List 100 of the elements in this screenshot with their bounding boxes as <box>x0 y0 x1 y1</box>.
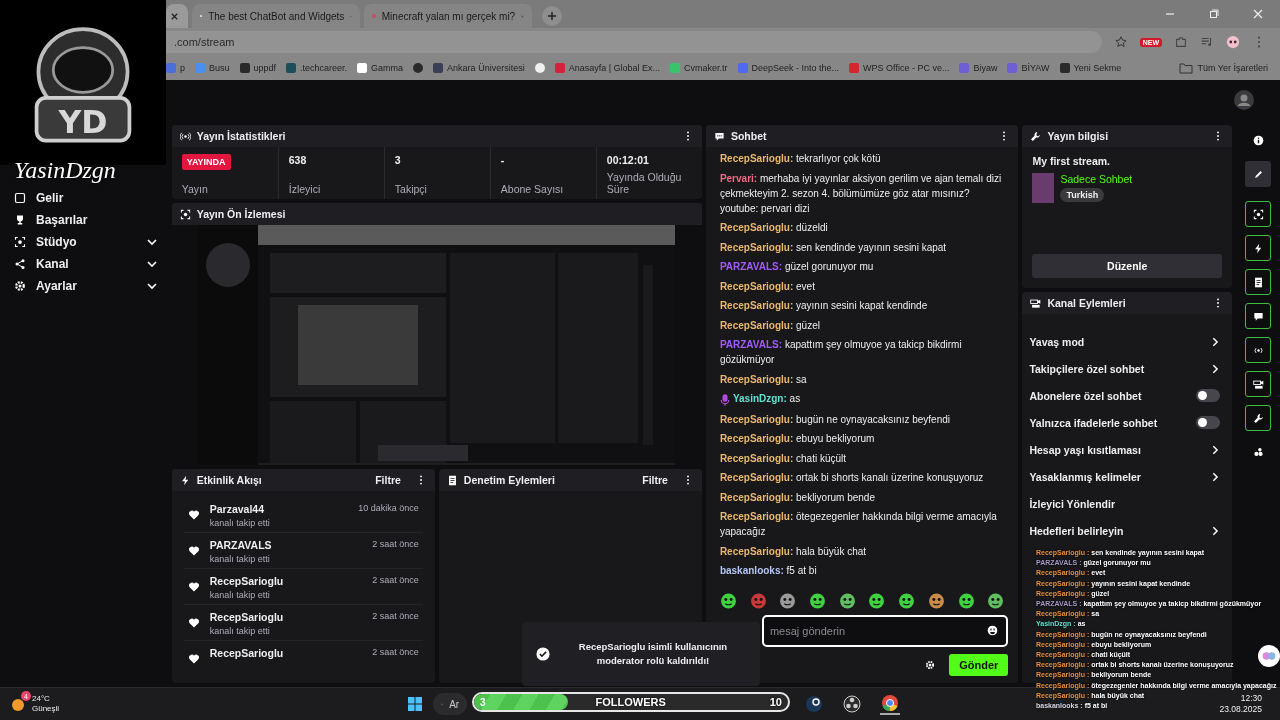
chat-message: PARZAVALS: güzel gorunuyor mu <box>719 260 874 275</box>
chat-message: RecepSarioglu: tekrarlıyor çok kötü <box>719 152 881 167</box>
browser-tab[interactable]: The best ChatBot and Widgets <box>192 4 360 28</box>
sidebar-tool-button[interactable] <box>1245 303 1272 330</box>
channel-action-item[interactable]: Yasaklanmış kelimeler <box>1022 463 1233 491</box>
bookmark-icon[interactable] <box>534 63 545 73</box>
timestamp: 2 saat önce <box>372 611 419 622</box>
emote-icon[interactable] <box>987 592 1005 610</box>
emote-icon[interactable] <box>719 592 737 610</box>
activity-text: kanalı takip etti <box>209 554 271 565</box>
sidebar-item[interactable]: Kanal <box>0 253 168 276</box>
emote-icon[interactable] <box>838 592 856 610</box>
sidebar-item[interactable]: Başarılar <box>0 209 168 232</box>
filter-button[interactable]: Filtre <box>642 474 668 487</box>
user-avatar-icon[interactable] <box>1234 89 1254 110</box>
sidebar-tool-button[interactable] <box>1245 235 1272 262</box>
heart-icon <box>187 509 200 522</box>
panel-title: Yayın Ön İzlemesi <box>196 208 286 221</box>
emote-icon[interactable] <box>927 592 945 610</box>
bookmark[interactable]: uppdf <box>239 63 277 73</box>
channel-action-item[interactable]: İzleyici Yönlendir <box>1022 490 1233 518</box>
taskbar-search-field[interactable]: Ar <box>433 693 468 716</box>
timestamp: 10 dakika önce <box>358 503 419 514</box>
bookmark-icon[interactable] <box>413 63 424 73</box>
settings-icon[interactable] <box>925 660 936 671</box>
send-button[interactable]: Gönder <box>949 654 1009 677</box>
sidebar-item[interactable]: Stüdyo <box>0 231 168 254</box>
filter-button[interactable]: Filtre <box>375 474 401 487</box>
wrench-icon <box>1030 130 1042 142</box>
bookmark[interactable]: DeepSeek - Into the... <box>737 63 840 73</box>
wrench-icon <box>1252 412 1264 424</box>
sidebar-tool-button[interactable] <box>1245 161 1272 188</box>
panel-title: Kanal Eylemleri <box>1047 297 1126 310</box>
restore-icon[interactable] <box>1208 8 1220 20</box>
sidebar-tool-button[interactable] <box>1245 201 1272 228</box>
more-options-icon[interactable] <box>685 131 690 142</box>
follower-name: Parzaval44 <box>209 503 266 516</box>
channel-action-item[interactable]: Yalnızca ifadelerle sohbet <box>1022 409 1233 437</box>
chrome-icon[interactable] <box>880 693 901 716</box>
channel-action-item[interactable]: Hedefleri belirleyin <box>1022 517 1233 545</box>
category-link[interactable]: Sadece Sohbet <box>1060 173 1133 186</box>
more-options-icon[interactable] <box>1216 131 1221 142</box>
bookmark[interactable]: Ankara Üniversitesi <box>433 63 525 73</box>
bookmark[interactable]: .techcareer. <box>286 63 348 73</box>
browser-tab[interactable] <box>166 4 188 28</box>
toggle-switch[interactable] <box>1196 416 1221 430</box>
sidebar-tool-button[interactable] <box>1245 269 1272 296</box>
more-options-icon[interactable] <box>1002 131 1007 142</box>
obs-icon[interactable] <box>842 694 863 715</box>
sidebar-item[interactable]: Gelir <box>0 187 168 210</box>
browser-tab[interactable]: Minecraft yalan mı gerçek mi? <box>364 4 532 28</box>
screen-capture-icon <box>1252 208 1264 220</box>
sidebar-tool-button[interactable] <box>1245 337 1272 364</box>
chat-message: RecepSarioglu: sen kendinde yayının sesini kapat <box>719 240 947 255</box>
bookmark[interactable]: WPS Office - PC ve... <box>849 63 950 73</box>
bookmark[interactable]: p <box>166 63 185 73</box>
emote-icon[interactable] <box>809 592 827 610</box>
emote-icon[interactable] <box>749 592 767 610</box>
channel-action-item[interactable]: Abonelere özel sohbet <box>1022 382 1233 410</box>
address-field[interactable]: .com/stream <box>166 31 1102 53</box>
all-bookmarks-button[interactable]: Tüm Yer İşaretleri <box>1179 62 1268 74</box>
emote-icon[interactable] <box>898 592 916 610</box>
edit-button[interactable]: Düzenle <box>1032 254 1223 279</box>
profile-avatar-icon[interactable] <box>1226 35 1240 49</box>
new-tab-button[interactable] <box>542 6 562 26</box>
emote-icon[interactable] <box>779 592 797 610</box>
media-icon[interactable] <box>1200 35 1214 49</box>
steam-icon[interactable] <box>804 694 825 715</box>
windows-start-icon[interactable] <box>407 696 424 713</box>
puzzle-icon[interactable] <box>1174 35 1188 49</box>
follower-name: RecepSarioglu <box>209 575 285 588</box>
toggle-switch[interactable] <box>1196 389 1221 403</box>
bookmark[interactable]: Gamma <box>357 63 404 73</box>
more-options-icon[interactable] <box>1216 298 1221 309</box>
bookmark[interactable]: Cvmaker.tr <box>670 63 728 73</box>
emote-icon[interactable] <box>957 592 975 610</box>
more-options-icon[interactable] <box>418 475 423 486</box>
bookmark[interactable]: Yeni Sekme <box>1059 63 1122 73</box>
bookmark[interactable]: Anasayfa | Global Ex... <box>554 63 661 73</box>
bookmark[interactable]: Busu <box>195 63 230 73</box>
more-options-icon[interactable] <box>685 475 690 486</box>
channel-action-item[interactable]: Takipçilere özel sohbet <box>1022 355 1233 383</box>
channel-action-item[interactable]: Hesap yaşı kısıtlaması <box>1022 436 1233 464</box>
chat-message: RecepSarioglu: sa <box>719 372 807 387</box>
sidebar-tool-button[interactable] <box>1245 371 1272 398</box>
stat-label: Yayın <box>181 183 209 196</box>
bookmark[interactable]: Biyaw <box>959 63 998 73</box>
heart-icon <box>187 617 200 630</box>
message-input-field[interactable]: mesaj gönderin <box>761 615 1009 648</box>
heart-icon <box>187 581 200 594</box>
stat-value: 638 <box>288 154 308 167</box>
star-icon[interactable] <box>1113 35 1128 49</box>
emote-icon[interactable] <box>868 592 886 610</box>
close-icon[interactable] <box>170 11 179 21</box>
brain-icon[interactable] <box>1258 645 1280 667</box>
emoji-icon[interactable] <box>987 625 999 637</box>
sidebar-tool-button[interactable] <box>1245 405 1272 432</box>
channel-action-item[interactable]: Yavaş mod <box>1022 328 1233 356</box>
bookmark[interactable]: BİYAW <box>1007 63 1050 73</box>
sidebar-item[interactable]: Ayarlar <box>0 275 168 298</box>
